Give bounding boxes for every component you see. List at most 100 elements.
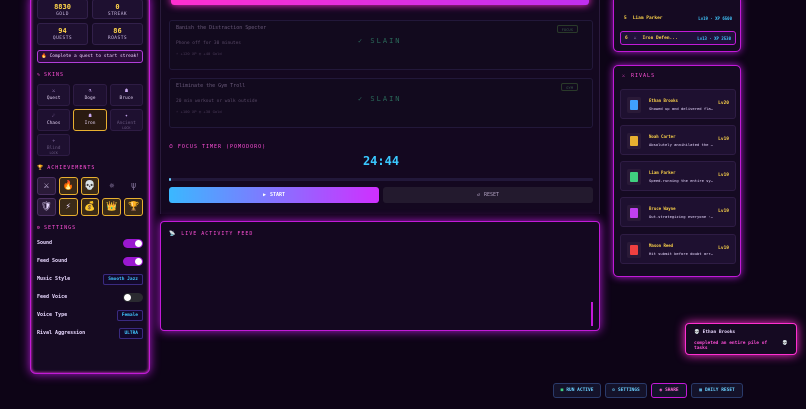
toast-text: completed an entire pile of tasks	[694, 341, 768, 351]
stat-roasts: 86 ROASTS	[92, 23, 143, 45]
achievement-trident-icon: ψ	[130, 181, 137, 191]
skull-icon: 💀	[694, 330, 700, 335]
skins-grid: ⚔ Quest ⚗ Doge ☗ Bruce ☄ Chaos ☗ Iron ✦ Ancien…	[37, 84, 143, 156]
toast-name: Ethan Brooks	[702, 330, 736, 335]
skin-chaos[interactable]: ☄ Chaos	[37, 109, 71, 131]
leaderboard-rank: 6	[625, 35, 628, 41]
rivals-title: RIVALS	[631, 73, 656, 79]
music-style-label: Music Style	[37, 276, 71, 282]
rival-avatar-icon	[630, 208, 638, 218]
setting-music-style: Music Style Smooth Jazz	[37, 273, 143, 285]
lock-label: LOCK	[122, 126, 131, 130]
leaderboard-row[interactable]: 5 Liam Parker Lv19 · XP 6500	[620, 11, 736, 25]
gear-icon: ⚙	[37, 225, 42, 231]
quest-tag: FOCUS	[556, 25, 578, 33]
skin-ancient[interactable]: ✦ Ancient LOCK	[109, 109, 143, 131]
skin-quest[interactable]: ⚔ Quest	[37, 84, 71, 106]
rival-name: Bruce Wayne	[649, 206, 676, 211]
rival-aggression-select[interactable]: ULTRA	[119, 327, 143, 339]
rival-level: Lv20	[718, 101, 729, 106]
achievement-trophy-icon: 🏆	[124, 198, 143, 216]
rival-card[interactable]: Bruce Wayne Out-strategizing everyone · …	[620, 197, 736, 227]
toast-author: 💀 Ethan Brooks	[694, 330, 788, 335]
share-button[interactable]: ◉ SHARE	[651, 383, 687, 398]
sound-toggle[interactable]	[123, 238, 143, 248]
refresh-icon: ↺	[476, 192, 480, 198]
rival-avatar-icon	[630, 100, 638, 110]
rival-message: Absolutely annihilated the ...	[649, 142, 715, 147]
fire-icon: 🔥	[40, 54, 47, 59]
timer-progress-fill	[169, 178, 172, 181]
setting-rival-aggression: Rival Aggression ULTRA	[37, 327, 143, 339]
run-active-label: RUN ACTIVE	[566, 388, 594, 393]
quest-card[interactable]: Eliminate the Gym Troll 20 min workout o…	[169, 78, 593, 128]
voice-type-label: Voice Type	[37, 312, 68, 318]
timer-progress	[169, 178, 593, 181]
lock-label: LOCK	[49, 151, 58, 155]
achievements-heading: 🏆 ACHIEVEMENTS	[37, 165, 143, 171]
rival-level: Lv19	[718, 246, 729, 251]
share-label: SHARE	[665, 388, 679, 393]
skin-label: Bruce	[119, 96, 134, 101]
rival-card[interactable]: Liam Parker Speed-running the entire syl…	[620, 161, 736, 191]
achievement-lightning-icon: ⚡	[58, 198, 78, 216]
swords-icon: ⚔	[633, 35, 637, 41]
daily-reset-label: DAILY RESET	[704, 388, 735, 393]
rival-level: Lv19	[718, 209, 729, 214]
rival-level: Lv19	[718, 173, 729, 178]
settings-button[interactable]: ⚙ SETTINGS	[605, 383, 647, 398]
streak-button[interactable]: 🔥 Complete a quest to start streak!	[37, 50, 143, 63]
achievement-crown-icon: 👑	[102, 198, 122, 216]
rival-card[interactable]: Mason Reed Hit submit before doubt arri.…	[620, 234, 736, 264]
run-icon: ■	[560, 388, 564, 393]
quest-card[interactable]: Banish the Distraction Specter Phone off…	[169, 20, 593, 70]
activity-feed: 📡 LIVE ACTIVITY FEED	[160, 221, 600, 331]
rival-name: Ethan Brooks	[649, 98, 678, 103]
skin-label: Quest	[46, 96, 61, 101]
comet-icon: ☄	[52, 113, 56, 119]
leaderboard-xp: Lv19 · XP 6500	[698, 15, 732, 21]
rival-avatar	[627, 133, 641, 149]
skin-blind[interactable]: ✧ Blind LOCK	[37, 134, 71, 156]
skin-doge[interactable]: ⚗ Doge	[73, 84, 107, 106]
music-style-select[interactable]: Smooth Jazz	[103, 273, 143, 285]
voice-type-select[interactable]: Female	[116, 309, 143, 321]
skin-bruce[interactable]: ☗ Bruce	[109, 84, 143, 106]
sound-label: Sound	[37, 240, 53, 246]
quest-reward: ⚡ +100 XP ◎ +30 Gold	[176, 109, 222, 114]
achievement-fire-icon: 🔥	[58, 177, 78, 195]
setting-voice-type: Voice Type Female	[37, 309, 143, 321]
feed-voice-toggle[interactable]	[123, 292, 143, 302]
stat-streak-label: STREAK	[107, 12, 128, 17]
streak-button-label: Complete a quest to start streak!	[49, 54, 139, 59]
reset-button[interactable]: ↺ RESET	[383, 187, 593, 203]
rival-avatar	[627, 97, 641, 113]
feed-title: LIVE ACTIVITY FEED	[181, 231, 254, 237]
daily-reset-button[interactable]: ▦ DAILY RESET	[691, 383, 743, 398]
run-active-button[interactable]: ■ RUN ACTIVE	[553, 383, 601, 398]
start-label: START	[269, 192, 286, 198]
leaderboard-row-me[interactable]: 6 ⚔ Iron Defen... Lv13 · XP 2530	[620, 31, 736, 45]
skins-title: SKINS	[44, 72, 65, 78]
dog-icon: ⚗	[88, 88, 92, 94]
settings-title: SETTINGS	[44, 225, 77, 231]
skin-iron[interactable]: ☗ Iron	[73, 109, 107, 131]
rivals-heading: ⚔ RIVALS	[622, 73, 655, 79]
rival-level: Lv19	[718, 137, 729, 142]
stat-gold: 8830 GOLD	[37, 0, 88, 19]
feed-sound-toggle[interactable]	[123, 256, 143, 266]
rival-avatar	[627, 169, 641, 185]
rival-card[interactable]: Ethan Brooks Showed up and delivered fla…	[620, 89, 736, 119]
achievements-title: ACHIEVEMENTS	[47, 165, 96, 171]
rival-card[interactable]: Noah Carter Absolutely annihilated the .…	[620, 125, 736, 155]
rival-avatar-icon	[630, 136, 638, 146]
quest-tag: GYM	[561, 83, 578, 91]
activity-toast[interactable]: 💀 Ethan Brooks completed an entire pile …	[685, 323, 797, 355]
achievement-sun-icon: ✵	[109, 181, 115, 191]
rival-avatar-icon	[630, 172, 638, 182]
gear-icon: ⚙	[612, 388, 616, 393]
start-button[interactable]: ▶ START	[169, 187, 379, 203]
leaderboard-name: Liam Parker	[632, 15, 663, 21]
feed-scrollbar[interactable]	[591, 302, 593, 326]
camera-icon: ◉	[659, 388, 663, 393]
